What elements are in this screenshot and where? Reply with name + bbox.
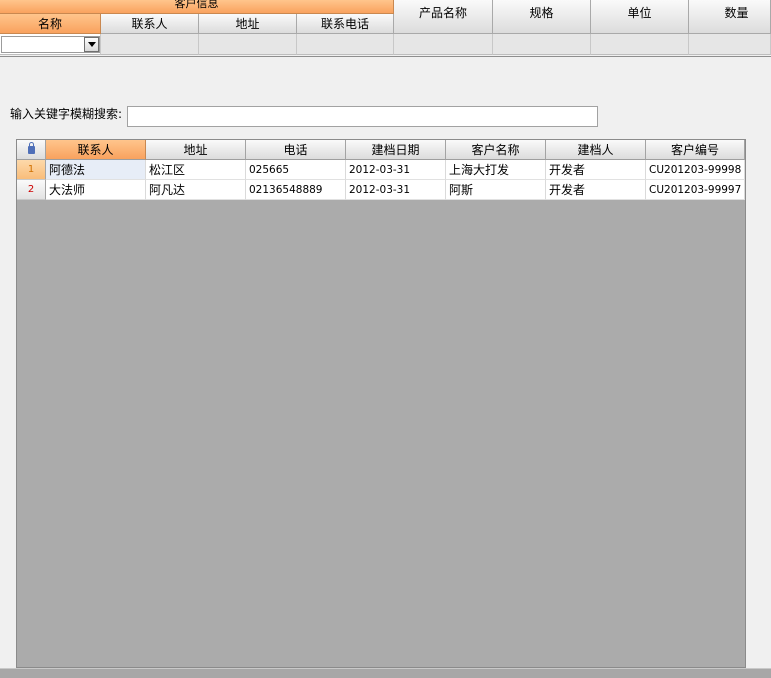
table-cell[interactable]: 025665	[246, 160, 346, 180]
table-cell[interactable]: 阿德法	[46, 160, 146, 180]
column-header-spec[interactable]: 规格	[493, 0, 591, 34]
column-header-phone[interactable]: 联系电话	[297, 14, 394, 34]
grid-header-contact[interactable]: 联系人	[46, 140, 146, 160]
column-header-product-name-label: 产品名称	[418, 6, 467, 20]
grid-header-address[interactable]: 地址	[146, 140, 246, 160]
panel-divider	[0, 56, 771, 57]
grid-header-customer-code-label: 客户编号	[670, 143, 719, 157]
column-header-quantity[interactable]: 数量	[689, 0, 771, 34]
table-cell[interactable]: 开发者	[546, 160, 646, 180]
grid-header-creator-label: 建档人	[577, 143, 614, 157]
table-cell[interactable]: 2012-03-31	[346, 180, 446, 200]
column-header-phone-label: 联系电话	[320, 17, 369, 31]
table-cell[interactable]: 阿斯	[446, 180, 546, 200]
row-number-1[interactable]: 1	[17, 160, 46, 180]
filter-cell-unit[interactable]	[591, 34, 689, 55]
chevron-down-icon	[87, 42, 96, 47]
table-cell[interactable]: CU201203-99997	[646, 180, 745, 200]
window-bottom-border	[0, 668, 771, 678]
column-header-unit[interactable]: 单位	[591, 0, 689, 34]
table-cell[interactable]: 02136548889	[246, 180, 346, 200]
table-cell[interactable]: 松江区	[146, 160, 246, 180]
search-label: 输入关键字模糊搜索:	[10, 107, 123, 121]
grid-header-phone[interactable]: 电话	[246, 140, 346, 160]
filter-cell-contact[interactable]	[101, 34, 199, 55]
grid-header-phone-label: 电话	[283, 143, 308, 157]
grid-header-customer-name[interactable]: 客户名称	[446, 140, 546, 160]
column-header-quantity-label: 数量	[724, 6, 749, 20]
fuzzy-search-input[interactable]	[127, 106, 598, 127]
table-cell[interactable]: 2012-03-31	[346, 160, 446, 180]
grid-header-created-date[interactable]: 建档日期	[346, 140, 446, 160]
filter-cell-product-name[interactable]	[394, 34, 493, 55]
top-header-grid: 客户信息 名称 联系人 地址 联系电话 产品名称 规格 单位 数量	[0, 0, 771, 56]
filter-cell-quantity[interactable]	[689, 34, 771, 55]
grid-header-created-date-label: 建档日期	[371, 143, 420, 157]
grid-header-contact-label: 联系人	[77, 143, 114, 157]
column-header-unit-label: 单位	[627, 6, 652, 20]
customer-grid: 联系人 地址 电话 建档日期 客户名称 建档人 客户编号 1 阿德法 松江区 0…	[16, 139, 746, 668]
grid-header-creator[interactable]: 建档人	[546, 140, 646, 160]
grid-corner-lock[interactable]	[17, 140, 46, 160]
row-number-2[interactable]: 2	[17, 180, 46, 200]
table-cell[interactable]: 大法师	[46, 180, 146, 200]
table-cell[interactable]: 开发者	[546, 180, 646, 200]
column-header-name-label: 名称	[37, 17, 62, 31]
column-header-address-label: 地址	[235, 17, 260, 31]
table-cell[interactable]: CU201203-99998	[646, 160, 745, 180]
column-header-product-name[interactable]: 产品名称	[394, 0, 493, 34]
filter-cell-address[interactable]	[199, 34, 297, 55]
name-combobox-dropdown-button[interactable]	[84, 37, 99, 52]
grid-header-customer-name-label: 客户名称	[471, 143, 520, 157]
lock-icon	[27, 141, 35, 154]
filter-cell-phone[interactable]	[297, 34, 394, 55]
filter-cell-spec[interactable]	[493, 34, 591, 55]
column-header-address[interactable]: 地址	[199, 14, 297, 34]
table-cell[interactable]: 阿凡达	[146, 180, 246, 200]
column-header-spec-label: 规格	[529, 6, 554, 20]
grid-header-customer-code[interactable]: 客户编号	[646, 140, 745, 160]
column-header-contact[interactable]: 联系人	[101, 14, 199, 34]
column-header-name[interactable]: 名称	[0, 14, 101, 34]
customer-info-group-label: 客户信息	[174, 0, 219, 10]
filter-cell-name	[0, 34, 101, 55]
customer-info-group-header[interactable]: 客户信息	[0, 0, 394, 14]
table-cell[interactable]: 上海大打发	[446, 160, 546, 180]
column-header-contact-label: 联系人	[131, 17, 168, 31]
grid-header-address-label: 地址	[183, 143, 208, 157]
